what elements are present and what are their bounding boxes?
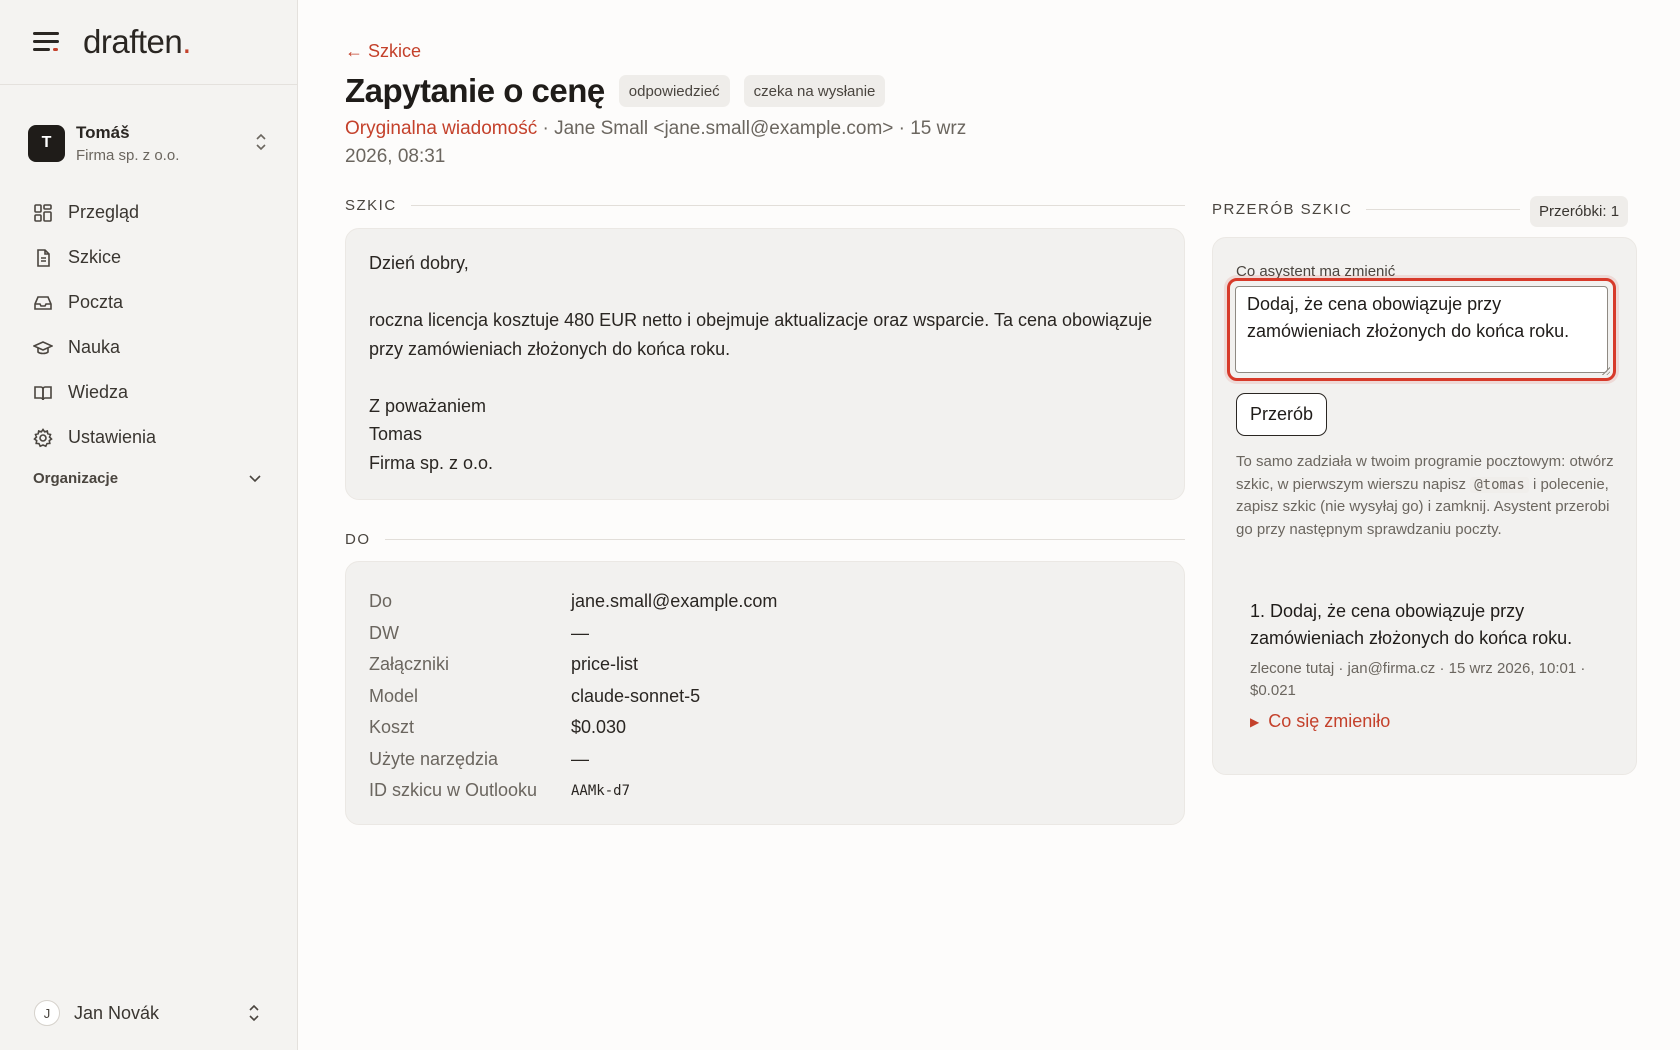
gear-icon <box>33 427 53 447</box>
sidebar-nav: Przegląd Szkice Poczta Nauka Wiedza Usta… <box>0 190 297 460</box>
details-row: Załączniki price-list <box>369 649 1161 681</box>
sidebar-item-poczta[interactable]: Poczta <box>0 280 297 325</box>
sidebar-item-wiedza[interactable]: Wiedza <box>0 370 297 415</box>
rework-textarea[interactable]: Dodaj, że cena obowiązuje przy zamówieni… <box>1235 286 1608 373</box>
account-company: Firma sp. z o.o. <box>76 146 180 164</box>
mention-code: @tomas <box>1470 476 1529 493</box>
changes-label: Co się zmieniło <box>1268 711 1391 731</box>
sidebar-item-przeglad[interactable]: Przegląd <box>0 190 297 235</box>
chevron-updown-icon <box>249 1004 259 1022</box>
sidebar-item-label: Poczta <box>68 292 124 312</box>
sidebar-item-nauka[interactable]: Nauka <box>0 325 297 370</box>
draft-line: roczna licencja kosztuje 480 EUR netto i… <box>369 310 1153 359</box>
details-key: ID szkicu w Outlooku <box>369 780 538 801</box>
rework-help-text: To samo zadziała w twoim programie poczt… <box>1236 453 1614 538</box>
draft-line: Dzień dobry, <box>369 253 469 273</box>
graduation-cap-icon <box>33 340 53 354</box>
details-value: claude-sonnet-5 <box>571 685 701 706</box>
sidebar-item-label: Wiedza <box>68 382 129 402</box>
draft-line <box>369 363 1161 392</box>
draft-line: Tomas <box>369 424 423 444</box>
draft-line <box>369 278 1161 307</box>
details-card: Do jane.small@example.com DW — Załącznik… <box>345 561 1185 825</box>
avatar: J <box>34 1000 60 1026</box>
details-row: ID szkicu w Outlooku AAMk-d7 <box>369 775 1161 807</box>
brand-bar: draften. <box>0 0 297 85</box>
user-menu[interactable]: J Jan Novák <box>34 1000 261 1026</box>
sidebar-item-label: Szkice <box>68 247 122 267</box>
inbox-icon <box>34 295 52 310</box>
account-switcher[interactable]: T Tomáš Firma sp. z o.o. <box>28 118 269 168</box>
sidebar-item-label: Ustawienia <box>68 427 157 447</box>
details-value: jane.small@example.com <box>571 591 778 612</box>
rework-history: 1. Dodaj, że cena obowiązuje przy zamówi… <box>1250 598 1620 732</box>
details-value: $0.030 <box>571 717 627 738</box>
user-name: Jan Novák <box>74 1002 160 1023</box>
sidebar-item-label: Przegląd <box>68 202 140 222</box>
rework-card: Co asystent ma zmienić Dodaj, że cena ob… <box>1212 237 1637 775</box>
details-key: Koszt <box>369 717 415 738</box>
rework-count-badge: Przeróbki: 1 <box>1530 196 1629 227</box>
details-row: Do jane.small@example.com <box>369 586 1161 618</box>
type-badge: odpowiedzieć <box>618 75 730 107</box>
message-meta: Oryginalna wiadomość · Jane Small <jane.… <box>345 115 985 171</box>
details-key: Model <box>369 685 419 706</box>
details-section-header: DO <box>345 531 1185 548</box>
sidebar-item-szkice[interactable]: Szkice <box>0 235 297 280</box>
logo[interactable]: draften. <box>83 23 191 61</box>
book-icon <box>34 385 52 400</box>
account-avatar: T <box>28 124 65 162</box>
main-content: ← Szkice Zapytanie o cenę odpowiedzieć c… <box>345 0 1680 1050</box>
details-row: DW — <box>369 618 1161 650</box>
organizations-label: Organizacje <box>33 470 119 487</box>
details-key: Do <box>369 591 393 612</box>
details-value: price-list <box>571 654 639 675</box>
details-table: Do jane.small@example.com DW — Załącznik… <box>346 562 1184 831</box>
original-message-link[interactable]: Oryginalna wiadomość <box>345 118 537 139</box>
draft-card: Dzień dobry, roczna licencja kosztuje 48… <box>345 228 1185 500</box>
grid-icon <box>34 203 52 222</box>
status-badge: czeka na wysłanie <box>743 75 886 107</box>
rework-section-label: PRZERÓB SZKIC <box>1212 201 1353 218</box>
details-row: Koszt $0.030 <box>369 712 1161 744</box>
title-row: Zapytanie o cenę odpowiedzieć czeka na w… <box>345 72 886 110</box>
rework-section-header: PRZERÓB SZKIC <box>1212 201 1520 218</box>
sidebar-item-ustawienia[interactable]: Ustawienia <box>0 415 297 460</box>
details-row: Model claude-sonnet-5 <box>369 681 1161 713</box>
rework-button[interactable]: Przerób <box>1236 393 1328 436</box>
draft-line: Firma sp. z o.o. <box>369 452 494 473</box>
document-icon <box>37 248 50 267</box>
chevron-updown-icon <box>253 132 269 154</box>
history-item-meta: zlecone tutaj · jan@firma.cz · 15 wrz 20… <box>1250 660 1586 699</box>
details-value: — <box>571 748 589 769</box>
details-value: AAMk-d7 <box>571 782 631 799</box>
chevron-down-icon <box>249 474 261 482</box>
details-key: DW <box>369 622 399 643</box>
draft-section-header: SZKIC <box>345 197 1185 214</box>
organizations-toggle[interactable]: Organizacje <box>33 470 261 487</box>
details-key: Załączniki <box>369 654 450 675</box>
rework-textarea-focus-ring: Dodaj, że cena obowiązuje przy zamówieni… <box>1227 278 1616 381</box>
history-item-title: 1. Dodaj, że cena obowiązuje przy zamówi… <box>1250 601 1573 648</box>
disclosure-triangle-icon: ▶ <box>1250 714 1260 729</box>
resize-grip-icon[interactable] <box>1601 366 1610 375</box>
draft-body: Dzień dobry, roczna licencja kosztuje 48… <box>346 229 1184 497</box>
changes-disclosure[interactable]: ▶ Co się zmieniło <box>1250 711 1620 732</box>
sidebar-item-label: Nauka <box>68 337 121 357</box>
draft-section-label: SZKIC <box>345 197 397 214</box>
details-section-label: DO <box>345 531 371 548</box>
back-to-drafts-link[interactable]: ← Szkice <box>345 41 421 62</box>
sidebar: draften. T Tomáš Firma sp. z o.o. Przegl… <box>0 0 298 1050</box>
menu-icon[interactable] <box>33 32 59 52</box>
draft-line: Z poważaniem <box>369 395 487 416</box>
account-name: Tomáš <box>76 122 130 142</box>
details-row: Użyte narzędzia — <box>369 744 1161 776</box>
details-value: — <box>571 622 589 643</box>
details-key: Użyte narzędzia <box>369 748 499 769</box>
page-title: Zapytanie o cenę <box>345 72 605 109</box>
